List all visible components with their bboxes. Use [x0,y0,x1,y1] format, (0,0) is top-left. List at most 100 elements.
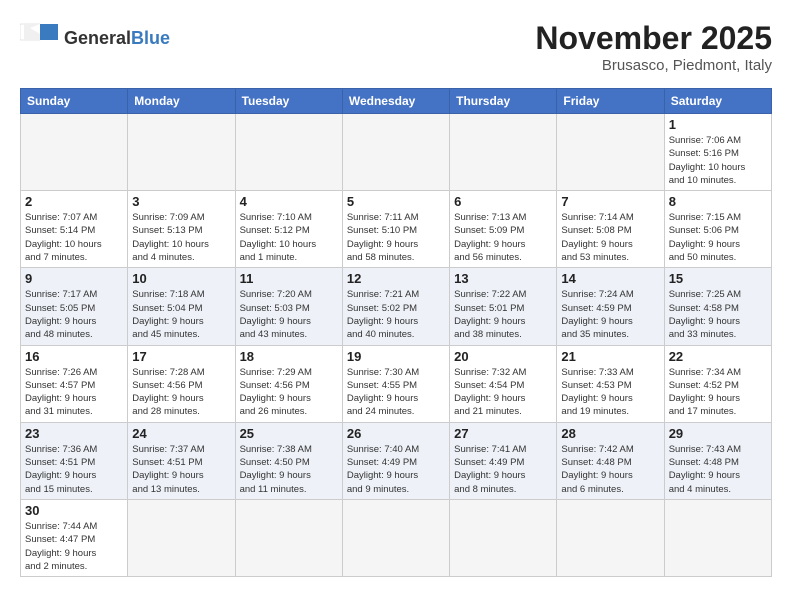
calendar-cell [557,499,664,576]
day-number: 5 [347,194,445,209]
calendar-cell: 13 Sunrise: 7:22 AM Sunset: 5:01 PM Dayli… [450,268,557,345]
day-number: 11 [240,271,338,286]
calendar-cell: 24Sunrise: 7:37 AM Sunset: 4:51 PM Dayli… [128,422,235,499]
day-info: Sunrise: 7:44 AM Sunset: 4:47 PM Dayligh… [25,520,123,573]
day-number: 28 [561,426,659,441]
day-info: Sunrise: 7:28 AM Sunset: 4:56 PM Dayligh… [132,366,230,419]
day-info: Sunrise: 7:17 AM Sunset: 5:05 PM Dayligh… [25,288,123,341]
day-info: Sunrise: 7:18 AM Sunset: 5:04 PM Dayligh… [132,288,230,341]
calendar-cell: 16 Sunrise: 7:26 AM Sunset: 4:57 PM Dayli… [21,345,128,422]
calendar-row-5: 30Sunrise: 7:44 AM Sunset: 4:47 PM Dayli… [21,499,772,576]
day-number: 13 [454,271,552,286]
calendar-cell: 6 Sunrise: 7:13 AM Sunset: 5:09 PM Daylig… [450,191,557,268]
day-info: Sunrise: 7:29 AM Sunset: 4:56 PM Dayligh… [240,366,338,419]
day-info: Sunrise: 7:38 AM Sunset: 4:50 PM Dayligh… [240,443,338,496]
calendar-cell: 14 Sunrise: 7:24 AM Sunset: 4:59 PM Dayli… [557,268,664,345]
calendar-cell: 2Sunrise: 7:07 AM Sunset: 5:14 PM Daylig… [21,191,128,268]
day-info: Sunrise: 7:25 AM Sunset: 4:58 PM Dayligh… [669,288,767,341]
calendar-cell: 12Sunrise: 7:21 AM Sunset: 5:02 PM Dayli… [342,268,449,345]
location: Brusasco, Piedmont, Italy [535,57,772,74]
day-info: Sunrise: 7:36 AM Sunset: 4:51 PM Dayligh… [25,443,123,496]
calendar-cell: 4 Sunrise: 7:10 AM Sunset: 5:12 PM Daylig… [235,191,342,268]
calendar-cell [342,114,449,191]
calendar-cell: 17 Sunrise: 7:28 AM Sunset: 4:56 PM Dayli… [128,345,235,422]
day-number: 7 [561,194,659,209]
day-number: 4 [240,194,338,209]
calendar-cell: 9 Sunrise: 7:17 AM Sunset: 5:05 PM Daylig… [21,268,128,345]
day-info: Sunrise: 7:34 AM Sunset: 4:52 PM Dayligh… [669,366,767,419]
day-info: Sunrise: 7:24 AM Sunset: 4:59 PM Dayligh… [561,288,659,341]
day-info: Sunrise: 7:30 AM Sunset: 4:55 PM Dayligh… [347,366,445,419]
calendar-cell: 3Sunrise: 7:09 AM Sunset: 5:13 PM Daylig… [128,191,235,268]
day-info: Sunrise: 7:43 AM Sunset: 4:48 PM Dayligh… [669,443,767,496]
day-info: Sunrise: 7:26 AM Sunset: 4:57 PM Dayligh… [25,366,123,419]
day-number: 23 [25,426,123,441]
calendar-cell: 26Sunrise: 7:40 AM Sunset: 4:49 PM Dayli… [342,422,449,499]
page: GeneralBlue November 2025 Brusasco, Pied… [0,0,792,587]
day-number: 25 [240,426,338,441]
day-info: Sunrise: 7:32 AM Sunset: 4:54 PM Dayligh… [454,366,552,419]
day-info: Sunrise: 7:10 AM Sunset: 5:12 PM Dayligh… [240,211,338,264]
calendar-row-4: 23 Sunrise: 7:36 AM Sunset: 4:51 PM Dayli… [21,422,772,499]
calendar-cell: 11 Sunrise: 7:20 AM Sunset: 5:03 PM Dayli… [235,268,342,345]
logo-icon [20,20,58,58]
calendar-cell [128,499,235,576]
day-number: 3 [132,194,230,209]
weekday-header-friday: Friday [557,89,664,114]
day-number: 26 [347,426,445,441]
calendar-cell: 25 Sunrise: 7:38 AM Sunset: 4:50 PM Dayli… [235,422,342,499]
day-number: 12 [347,271,445,286]
day-info: Sunrise: 7:15 AM Sunset: 5:06 PM Dayligh… [669,211,767,264]
calendar-cell: 22 Sunrise: 7:34 AM Sunset: 4:52 PM Dayli… [664,345,771,422]
day-info: Sunrise: 7:22 AM Sunset: 5:01 PM Dayligh… [454,288,552,341]
day-info: Sunrise: 7:06 AM Sunset: 5:16 PM Dayligh… [669,134,767,187]
day-number: 19 [347,349,445,364]
day-number: 14 [561,271,659,286]
day-info: Sunrise: 7:20 AM Sunset: 5:03 PM Dayligh… [240,288,338,341]
calendar-row-2: 9 Sunrise: 7:17 AM Sunset: 5:05 PM Daylig… [21,268,772,345]
calendar-cell: 1Sunrise: 7:06 AM Sunset: 5:16 PM Daylig… [664,114,771,191]
day-number: 24 [132,426,230,441]
day-info: Sunrise: 7:13 AM Sunset: 5:09 PM Dayligh… [454,211,552,264]
calendar-cell [21,114,128,191]
day-number: 9 [25,271,123,286]
day-number: 10 [132,271,230,286]
calendar-cell: 19 Sunrise: 7:30 AM Sunset: 4:55 PM Dayli… [342,345,449,422]
weekday-header-thursday: Thursday [450,89,557,114]
day-number: 8 [669,194,767,209]
logo: GeneralBlue [20,20,170,58]
logo-text: GeneralBlue [64,29,170,49]
calendar-cell: 28 Sunrise: 7:42 AM Sunset: 4:48 PM Dayli… [557,422,664,499]
calendar-cell [664,499,771,576]
weekday-header-saturday: Saturday [664,89,771,114]
weekday-header-row: SundayMondayTuesdayWednesdayThursdayFrid… [21,89,772,114]
calendar-cell: 29 Sunrise: 7:43 AM Sunset: 4:48 PM Dayli… [664,422,771,499]
day-number: 15 [669,271,767,286]
day-number: 27 [454,426,552,441]
day-number: 2 [25,194,123,209]
calendar-cell: 15 Sunrise: 7:25 AM Sunset: 4:58 PM Dayli… [664,268,771,345]
day-number: 6 [454,194,552,209]
day-info: Sunrise: 7:42 AM Sunset: 4:48 PM Dayligh… [561,443,659,496]
calendar-cell: 7Sunrise: 7:14 AM Sunset: 5:08 PM Daylig… [557,191,664,268]
day-number: 21 [561,349,659,364]
weekday-header-tuesday: Tuesday [235,89,342,114]
calendar-cell [450,114,557,191]
calendar-cell [235,499,342,576]
calendar-row-0: 1Sunrise: 7:06 AM Sunset: 5:16 PM Daylig… [21,114,772,191]
calendar-cell: 20Sunrise: 7:32 AM Sunset: 4:54 PM Dayli… [450,345,557,422]
day-info: Sunrise: 7:33 AM Sunset: 4:53 PM Dayligh… [561,366,659,419]
weekday-header-monday: Monday [128,89,235,114]
month-title: November 2025 [535,20,772,57]
calendar-table: SundayMondayTuesdayWednesdayThursdayFrid… [20,88,772,577]
calendar-cell: 21 Sunrise: 7:33 AM Sunset: 4:53 PM Dayli… [557,345,664,422]
calendar-cell [128,114,235,191]
calendar-cell: 27Sunrise: 7:41 AM Sunset: 4:49 PM Dayli… [450,422,557,499]
day-number: 22 [669,349,767,364]
calendar-cell [342,499,449,576]
weekday-header-wednesday: Wednesday [342,89,449,114]
day-number: 16 [25,349,123,364]
day-number: 29 [669,426,767,441]
day-number: 17 [132,349,230,364]
calendar-row-3: 16 Sunrise: 7:26 AM Sunset: 4:57 PM Dayli… [21,345,772,422]
